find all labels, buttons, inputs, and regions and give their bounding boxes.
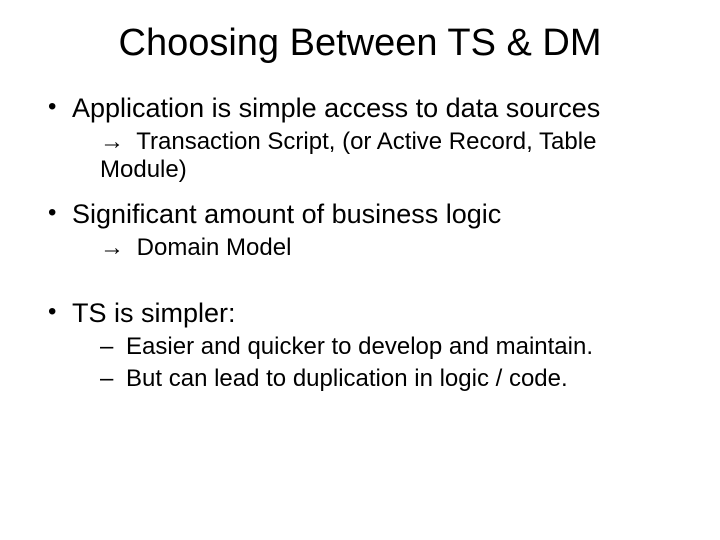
sub-text: Domain Model bbox=[137, 234, 292, 261]
bullet-item: TS is simpler: Easier and quicker to dev… bbox=[48, 298, 680, 394]
bullet-text: Application is simple access to data sou… bbox=[72, 93, 600, 123]
sub-text: But can lead to duplication in logic / c… bbox=[126, 365, 568, 392]
sub-text: Transaction Script, (or Active Record, T… bbox=[100, 128, 596, 183]
sub-item: But can lead to duplication in logic / c… bbox=[72, 365, 680, 393]
bullet-item: Application is simple access to data sou… bbox=[48, 93, 680, 185]
bullet-text: Significant amount of business logic bbox=[72, 199, 501, 229]
sub-item: Easier and quicker to develop and mainta… bbox=[72, 333, 680, 361]
bullet-text: TS is simpler: bbox=[72, 298, 236, 328]
slide-title: Choosing Between TS & DM bbox=[40, 22, 680, 65]
bullet-item: Significant amount of business logic Dom… bbox=[48, 199, 680, 262]
sub-item: Domain Model bbox=[72, 234, 680, 262]
sub-text: Easier and quicker to develop and mainta… bbox=[126, 333, 593, 360]
spacer bbox=[48, 276, 680, 298]
slide: Choosing Between TS & DM Application is … bbox=[0, 0, 720, 540]
bullet-list: Application is simple access to data sou… bbox=[40, 93, 680, 394]
sub-item: Transaction Script, (or Active Record, T… bbox=[72, 128, 680, 185]
